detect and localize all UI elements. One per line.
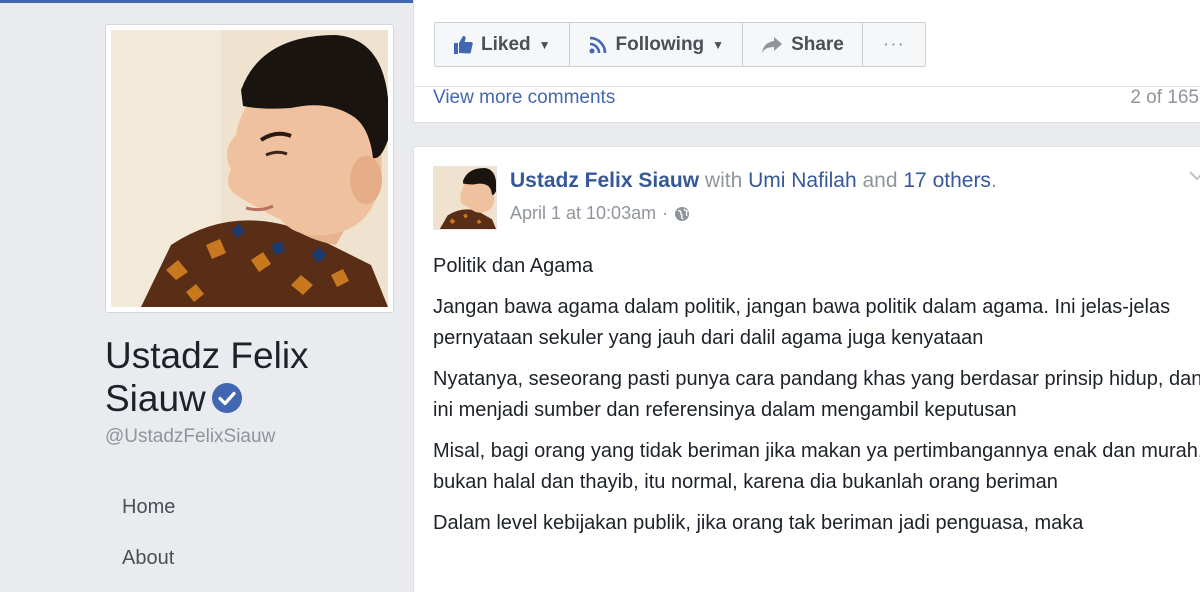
liked-button[interactable]: Liked ▼ bbox=[435, 23, 570, 66]
post-meta: April 1 at 10:03am · bbox=[510, 203, 690, 224]
rss-icon bbox=[589, 36, 606, 53]
page-action-bar: Liked ▼ Following ▼ Share ··· bbox=[434, 22, 926, 67]
thumbs-up-icon bbox=[454, 35, 473, 54]
post-paragraph: Nyatanya, seseorang pasti punya cara pan… bbox=[433, 368, 1200, 421]
more-options-button[interactable]: ··· bbox=[863, 23, 925, 66]
post-author-link[interactable]: Ustadz Felix Siauw bbox=[510, 169, 699, 192]
post-paragraph: Misal, bagi orang yang tidak beriman jik… bbox=[433, 440, 1200, 493]
author-avatar[interactable] bbox=[433, 166, 497, 230]
globe-icon[interactable] bbox=[674, 206, 690, 222]
tagged-others-link[interactable]: 17 others bbox=[903, 169, 991, 192]
share-arrow-icon bbox=[762, 36, 783, 53]
post-timestamp[interactable]: April 1 at 10:03am bbox=[510, 203, 656, 224]
previous-post-footer: Liked ▼ Following ▼ Share ··· View more … bbox=[413, 0, 1200, 123]
post-paragraph: Politik dan Agama bbox=[433, 255, 594, 277]
verified-badge-icon bbox=[211, 383, 242, 414]
following-button[interactable]: Following ▼ bbox=[570, 23, 744, 66]
post-paragraph: Jangan bawa agama dalam politik, jangan … bbox=[433, 296, 1171, 349]
page-title-line2-text: Siauw bbox=[105, 378, 206, 419]
period-text: . bbox=[990, 169, 997, 192]
liked-label: Liked bbox=[481, 33, 531, 55]
view-more-comments-link[interactable]: View more comments bbox=[433, 87, 615, 109]
page-title: Ustadz Felix Siauw bbox=[105, 334, 395, 420]
meta-separator: · bbox=[662, 203, 669, 223]
nav-item-about[interactable]: About bbox=[122, 547, 174, 570]
share-label: Share bbox=[791, 33, 844, 55]
chevron-down-icon: ▼ bbox=[538, 37, 551, 52]
tagged-person-link[interactable]: Umi Nafilah bbox=[748, 169, 857, 192]
profile-picture[interactable] bbox=[105, 24, 394, 313]
page-handle: @UstadzFelixSiauw bbox=[105, 426, 276, 447]
post-options-chevron-icon[interactable] bbox=[1188, 169, 1200, 187]
page-title-line1: Ustadz Felix bbox=[105, 335, 309, 376]
post-card: Ustadz Felix Siauw with Umi Nafilah and … bbox=[413, 146, 1200, 592]
chevron-down-icon: ▼ bbox=[712, 37, 725, 52]
comment-count: 2 of 165 bbox=[1130, 87, 1199, 108]
post-body: Politik dan Agama Jangan bawa agama dala… bbox=[433, 251, 1200, 549]
more-options-label: ··· bbox=[882, 33, 905, 55]
profile-photo bbox=[111, 30, 388, 307]
post-header: Ustadz Felix Siauw with Umi Nafilah and … bbox=[510, 169, 997, 193]
with-text: with bbox=[704, 169, 743, 192]
post-paragraph: Dalam level kebijakan publik, jika orang… bbox=[433, 512, 1084, 534]
page-title-line2: Siauw bbox=[105, 377, 395, 420]
nav-item-home[interactable]: Home bbox=[122, 496, 175, 519]
and-text: and bbox=[862, 169, 898, 192]
share-button[interactable]: Share bbox=[743, 23, 863, 66]
following-label: Following bbox=[615, 33, 705, 55]
